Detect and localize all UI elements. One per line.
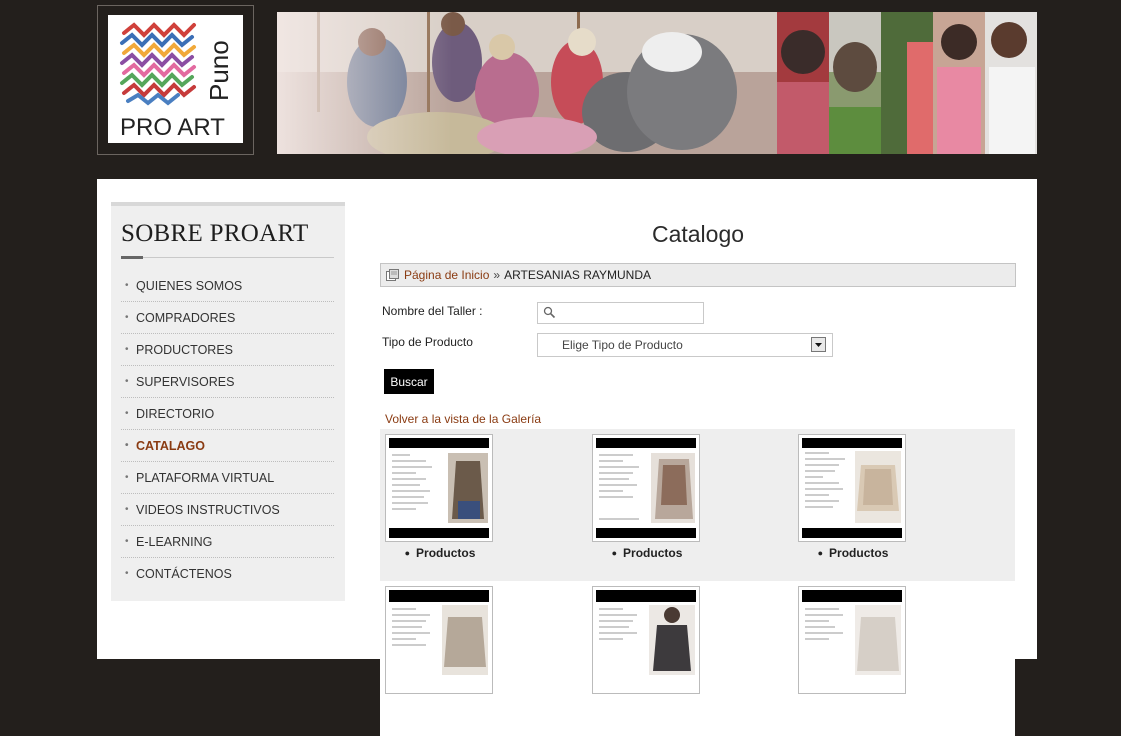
sidebar-item-e-learning[interactable]: • E-LEARNING	[121, 526, 334, 558]
bullet-icon: •	[125, 376, 129, 387]
breadcrumb-home-link[interactable]: Página de Inicio	[404, 268, 489, 282]
bullet-icon: ●	[404, 548, 411, 558]
bullet-icon: ●	[817, 548, 824, 558]
product-thumbnail[interactable]	[385, 586, 493, 694]
logo-frame: Puno PRO ART	[97, 5, 254, 155]
bullet-icon: •	[125, 344, 129, 355]
sidebar-item-label: VIDEOS INSTRUCTIVOS	[136, 502, 280, 517]
logo-graphic: Puno PRO ART	[120, 22, 234, 141]
product-thumbnail-image	[802, 590, 902, 675]
product-link[interactable]: ● Productos	[778, 546, 928, 560]
back-to-gallery-link[interactable]: Volver a la vista de la Galería	[385, 412, 541, 426]
product-thumbnail[interactable]	[385, 434, 493, 542]
sidebar-item-label: SUPERVISORES	[136, 374, 235, 389]
search-icon	[543, 306, 556, 319]
product-link[interactable]: ● Productos	[365, 546, 515, 560]
product-thumbnail-image	[802, 438, 902, 538]
page-title: Catalogo	[651, 221, 745, 247]
sidebar-item-plataforma-virtual[interactable]: • PLATAFORMA VIRTUAL	[121, 462, 334, 494]
bullet-icon: ●	[611, 548, 618, 558]
bullet-icon: •	[125, 536, 129, 547]
sidebar-divider	[121, 257, 334, 258]
bullet-icon: •	[125, 280, 129, 291]
sidebar-item-label: PLATAFORMA VIRTUAL	[136, 470, 275, 485]
sidebar-item-label: E-LEARNING	[136, 534, 213, 549]
gallery-row	[380, 584, 1015, 736]
chevron-down-icon[interactable]	[811, 337, 826, 352]
product-thumbnail[interactable]	[592, 586, 700, 694]
taller-search-input[interactable]	[558, 303, 702, 323]
sidebar-item-label: CONTÁCTENOS	[136, 566, 232, 581]
sidebar-item-catalago[interactable]: • CATALAGO	[121, 430, 334, 462]
sidebar-menu: • QUIENES SOMOS • COMPRADORES • PRODUCTORES…	[121, 270, 334, 589]
sidebar-item-directorio[interactable]: • DIRECTORIO	[121, 398, 334, 430]
taller-search-field[interactable]	[537, 302, 704, 324]
tipo-producto-label: Tipo de Producto	[382, 335, 473, 349]
sidebar-title: SOBRE PROART	[121, 220, 309, 247]
taller-label: Nombre del Taller :	[382, 304, 483, 318]
product-thumbnail[interactable]	[798, 434, 906, 542]
product-link[interactable]: ● Productos	[572, 546, 722, 560]
sidebar-item-label: PRODUCTORES	[136, 342, 234, 357]
buscar-button[interactable]: Buscar	[384, 369, 434, 394]
sidebar: SOBRE PROART • QUIENES SOMOS • COMPRADORES…	[111, 202, 345, 601]
product-thumbnail-image	[596, 438, 696, 538]
breadcrumb-page-icon	[386, 269, 399, 281]
bullet-icon: •	[125, 472, 129, 483]
breadcrumb-separator: »	[493, 268, 501, 282]
sidebar-item-label: CATALAGO	[136, 438, 205, 453]
sidebar-item-productores[interactable]: • PRODUCTORES	[121, 334, 334, 366]
proart-logo[interactable]: Puno PRO ART	[108, 15, 243, 143]
bullet-icon: •	[125, 408, 129, 419]
sidebar-item-label: QUIENES SOMOS	[136, 278, 243, 293]
sidebar-item-videos-instructivos[interactable]: • VIDEOS INSTRUCTIVOS	[121, 494, 334, 526]
product-thumbnail-image	[596, 590, 696, 675]
sidebar-item-label: DIRECTORIO	[136, 406, 215, 421]
bullet-icon: •	[125, 440, 129, 451]
banner-collage-image	[277, 12, 1037, 154]
sidebar-item-quienes-somos[interactable]: • QUIENES SOMOS	[121, 270, 334, 302]
product-link-label: Productos	[829, 546, 889, 560]
bullet-icon: •	[125, 568, 129, 579]
breadcrumb-current: ARTESANIAS RAYMUNDA	[504, 268, 652, 282]
content-area: Catalogo Página de Inicio » ARTESANIAS R…	[379, 179, 1017, 736]
sidebar-divider-accent	[121, 256, 143, 259]
sidebar-item-supervisores[interactable]: • SUPERVISORES	[121, 366, 334, 398]
product-thumbnail[interactable]	[592, 434, 700, 542]
tipo-producto-selected: Elige Tipo de Producto	[562, 338, 683, 352]
breadcrumb: Página de Inicio » ARTESANIAS RAYMUNDA	[380, 263, 1016, 287]
product-link-label: Productos	[623, 546, 683, 560]
header-banner-photo	[277, 12, 1037, 154]
sidebar-item-contactenos[interactable]: • CONTÁCTENOS	[121, 558, 334, 589]
svg-text:Puno: Puno	[204, 40, 234, 101]
product-thumbnail-image	[389, 438, 489, 538]
main-panel: SOBRE PROART • QUIENES SOMOS • COMPRADORES…	[97, 179, 1037, 736]
svg-text:PRO ART: PRO ART	[120, 114, 225, 141]
bullet-icon: •	[125, 312, 129, 323]
gallery-row: ● Productos ● Productos ● Productos	[380, 429, 1015, 581]
sidebar-item-label: COMPRADORES	[136, 310, 236, 325]
sidebar-item-compradores[interactable]: • COMPRADORES	[121, 302, 334, 334]
product-link-label: Productos	[416, 546, 476, 560]
product-thumbnail-image	[389, 590, 489, 675]
tipo-producto-select[interactable]: Elige Tipo de Producto	[537, 333, 833, 357]
product-thumbnail[interactable]	[798, 586, 906, 694]
bullet-icon: •	[125, 504, 129, 515]
